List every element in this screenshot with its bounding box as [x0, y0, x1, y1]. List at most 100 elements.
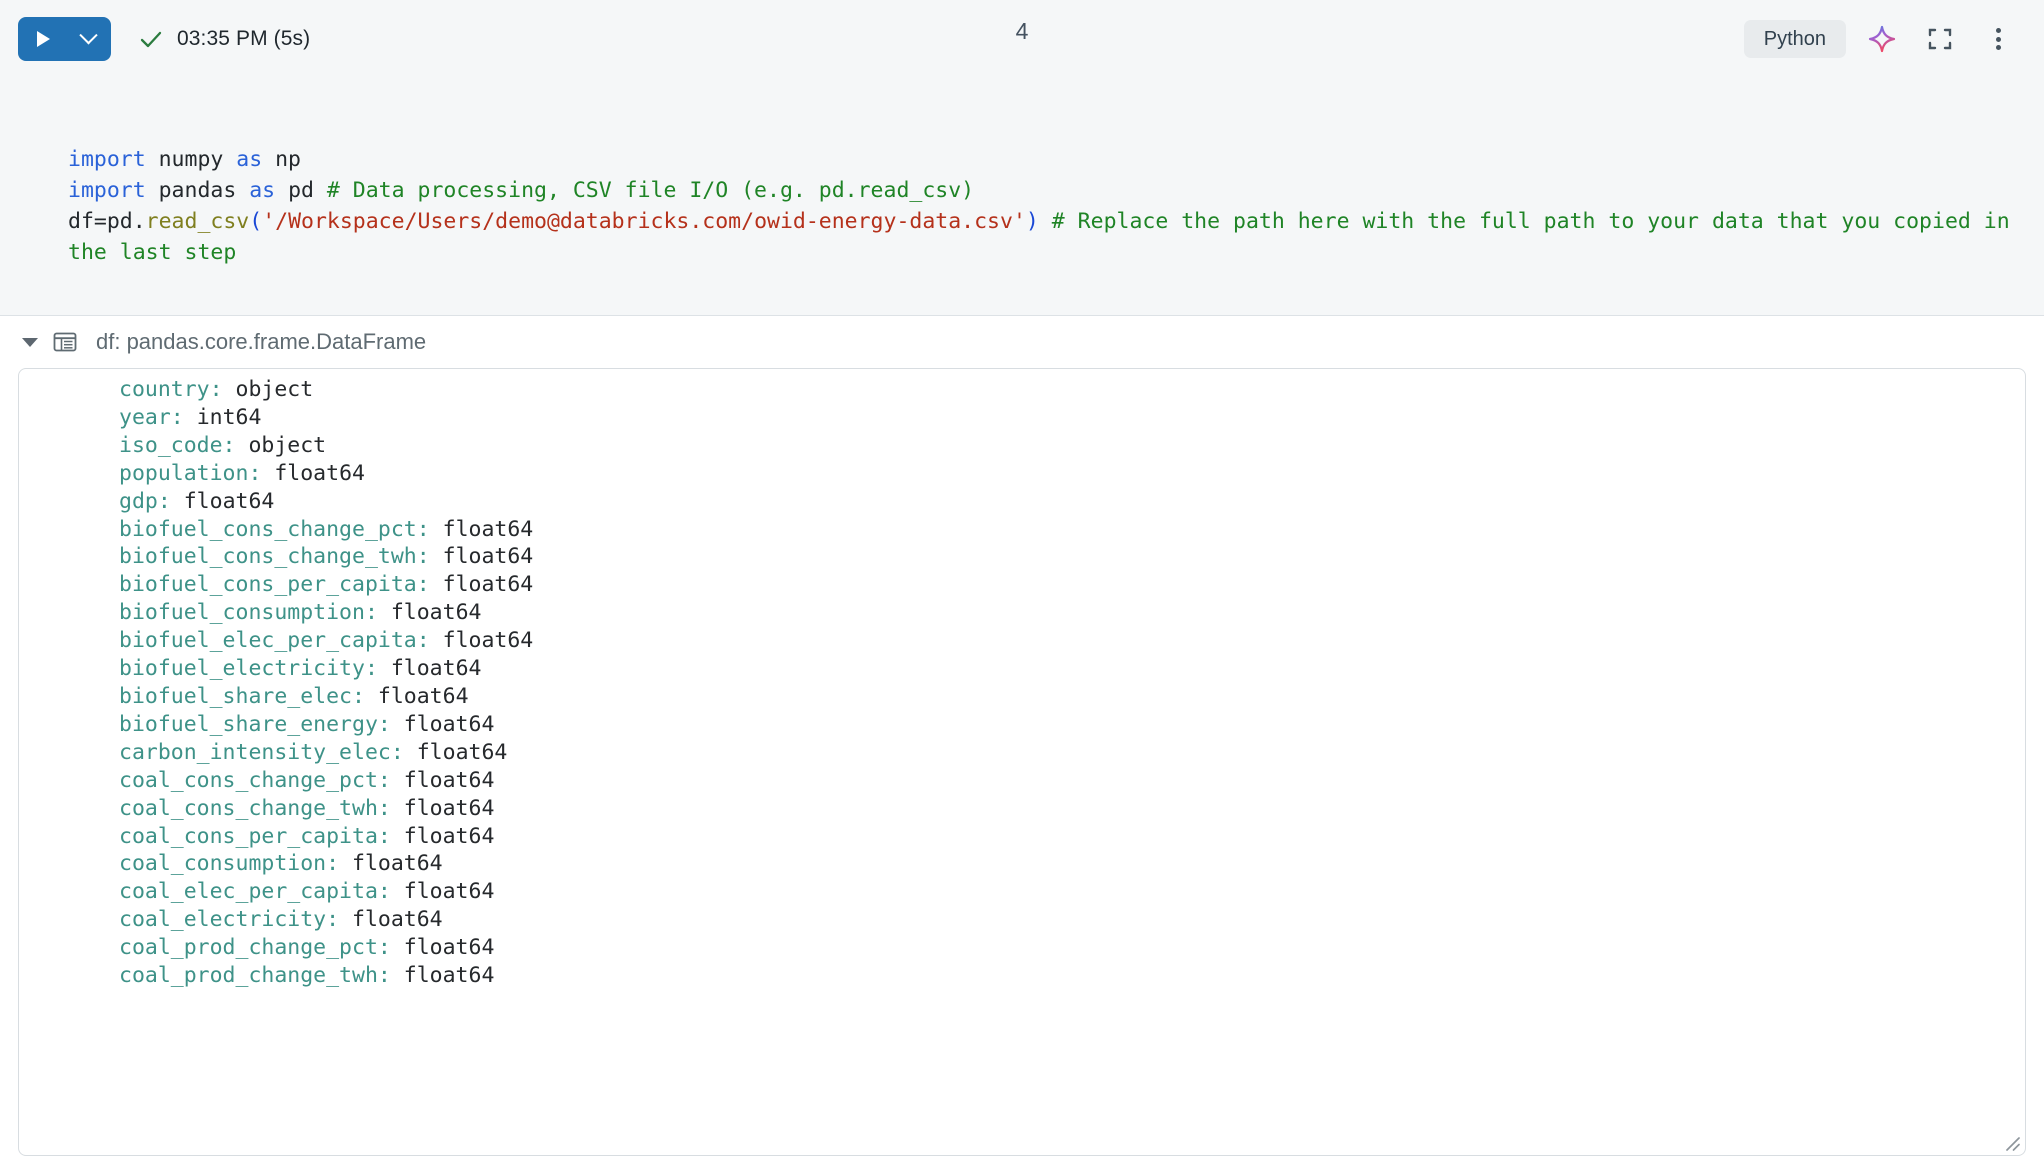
schema-field-row: year: int64: [119, 404, 2025, 432]
fullscreen-button[interactable]: [1918, 17, 1962, 61]
schema-field-name: coal_cons_per_capita:: [119, 824, 391, 849]
code-token: numpy: [146, 147, 237, 172]
schema-field-name: biofuel_elec_per_capita:: [119, 628, 430, 653]
schema-field-name: iso_code:: [119, 433, 236, 458]
run-button[interactable]: [18, 17, 66, 61]
schema-field-type: float64: [404, 935, 495, 960]
schema-field-row: biofuel_share_energy: float64: [119, 711, 2025, 739]
more-options-button[interactable]: [1976, 17, 2020, 61]
schema-field-name: coal_prod_change_pct:: [119, 935, 391, 960]
schema-field-type: float64: [274, 461, 365, 486]
cell-status-text: 03:35 PM (5s): [177, 27, 310, 51]
code-line: import numpy as np: [68, 144, 2020, 175]
schema-field-type: float64: [443, 572, 534, 597]
schema-field-type: float64: [378, 684, 469, 709]
schema-field-row: coal_consumption: float64: [119, 850, 2025, 878]
fullscreen-icon: [1926, 25, 1954, 53]
schema-field-name: carbon_intensity_elec:: [119, 740, 404, 765]
schema-field-type: float64: [404, 768, 495, 793]
code-token: '/Workspace/Users/demo@databricks.com/ow…: [262, 209, 1026, 234]
code-token: import: [68, 147, 146, 172]
schema-field-type: float64: [391, 656, 482, 681]
schema-field-name: biofuel_share_elec:: [119, 684, 365, 709]
schema-field-row: population: float64: [119, 460, 2025, 488]
code-token: [1039, 209, 1052, 234]
cell-status: 03:35 PM (5s): [137, 25, 310, 53]
schema-field-row: biofuel_cons_change_pct: float64: [119, 516, 2025, 544]
schema-field-row: coal_cons_per_capita: float64: [119, 823, 2025, 851]
code-line: import pandas as pd # Data processing, C…: [68, 175, 2020, 206]
schema-field-type: object: [236, 377, 314, 402]
code-token: np: [262, 147, 301, 172]
cell-toolbar: 03:35 PM (5s) 4 Python: [0, 0, 2044, 78]
schema-field-row: biofuel_electricity: float64: [119, 655, 2025, 683]
schema-field-name: coal_prod_change_twh:: [119, 963, 391, 988]
chevron-down-icon: [79, 26, 97, 44]
schema-field-type: float64: [352, 907, 443, 932]
schema-field-row: biofuel_elec_per_capita: float64: [119, 627, 2025, 655]
schema-field-name: coal_cons_change_twh:: [119, 796, 391, 821]
schema-field-row: carbon_intensity_elec: float64: [119, 739, 2025, 767]
code-editor[interactable]: import numpy as npimport pandas as pd # …: [0, 78, 2044, 316]
schema-field-name: coal_electricity:: [119, 907, 339, 932]
schema-field-name: population:: [119, 461, 261, 486]
schema-field-row: country: object: [119, 376, 2025, 404]
schema-field-type: float64: [404, 963, 495, 988]
code-token: df=pd.: [68, 209, 146, 234]
schema-field-name: biofuel_share_energy:: [119, 712, 391, 737]
schema-field-name: biofuel_consumption:: [119, 600, 378, 625]
schema-field-type: float64: [404, 712, 495, 737]
cell-toolbar-actions: Python: [1744, 17, 2020, 61]
schema-field-type: float64: [184, 489, 275, 514]
schema-field-name: year:: [119, 405, 184, 430]
schema-field-list: country: objectyear: int64iso_code: obje…: [19, 369, 2025, 990]
schema-field-name: coal_elec_per_capita:: [119, 879, 391, 904]
result-disclosure-toggle[interactable]: [18, 330, 42, 354]
schema-field-name: country:: [119, 377, 223, 402]
schema-field-name: coal_cons_change_pct:: [119, 768, 391, 793]
schema-field-type: object: [248, 433, 326, 458]
schema-field-name: biofuel_electricity:: [119, 656, 378, 681]
code-token: import: [68, 178, 146, 203]
schema-field-type: float64: [404, 879, 495, 904]
run-cell-button-group[interactable]: [18, 17, 111, 61]
schema-field-type: float64: [443, 517, 534, 542]
schema-field-type: float64: [391, 600, 482, 625]
schema-field-name: biofuel_cons_change_pct:: [119, 517, 430, 542]
schema-field-row: iso_code: object: [119, 432, 2025, 460]
schema-field-row: biofuel_cons_change_twh: float64: [119, 543, 2025, 571]
resize-grip-icon[interactable]: [2001, 1132, 2021, 1152]
cell-output: df: pandas.core.frame.DataFrame country:…: [0, 316, 2044, 1156]
schema-field-type: float64: [352, 851, 443, 876]
schema-field-row: coal_elec_per_capita: float64: [119, 878, 2025, 906]
code-token: as: [236, 147, 262, 172]
schema-field-type: int64: [197, 405, 262, 430]
assistant-button[interactable]: [1860, 17, 1904, 61]
schema-field-row: coal_electricity: float64: [119, 906, 2025, 934]
result-header: df: pandas.core.frame.DataFrame: [0, 316, 2044, 368]
schema-field-type: float64: [404, 796, 495, 821]
schema-field-row: coal_cons_change_twh: float64: [119, 795, 2025, 823]
result-label: df: pandas.core.frame.DataFrame: [96, 329, 426, 355]
sparkle-icon: [1867, 24, 1897, 54]
code-token: as: [249, 178, 275, 203]
code-token: # Data processing, CSV file I/O (e.g. pd…: [327, 178, 974, 203]
play-icon: [37, 31, 50, 47]
schema-field-type: float64: [404, 824, 495, 849]
schema-field-type: float64: [443, 544, 534, 569]
code-token: read_csv: [146, 209, 250, 234]
schema-field-name: biofuel_cons_per_capita:: [119, 572, 430, 597]
schema-field-name: gdp:: [119, 489, 171, 514]
schema-field-row: coal_cons_change_pct: float64: [119, 767, 2025, 795]
language-badge[interactable]: Python: [1744, 20, 1846, 58]
schema-field-type: float64: [417, 740, 508, 765]
table-icon: [52, 329, 78, 355]
schema-field-row: coal_prod_change_pct: float64: [119, 934, 2025, 962]
schema-field-row: coal_prod_change_twh: float64: [119, 962, 2025, 990]
run-options-button[interactable]: [66, 17, 111, 61]
schema-field-name: coal_consumption:: [119, 851, 339, 876]
schema-field-type: float64: [443, 628, 534, 653]
code-line: df=pd.read_csv('/Workspace/Users/demo@da…: [68, 206, 2020, 268]
check-icon: [137, 25, 165, 53]
code-token: (: [249, 209, 262, 234]
